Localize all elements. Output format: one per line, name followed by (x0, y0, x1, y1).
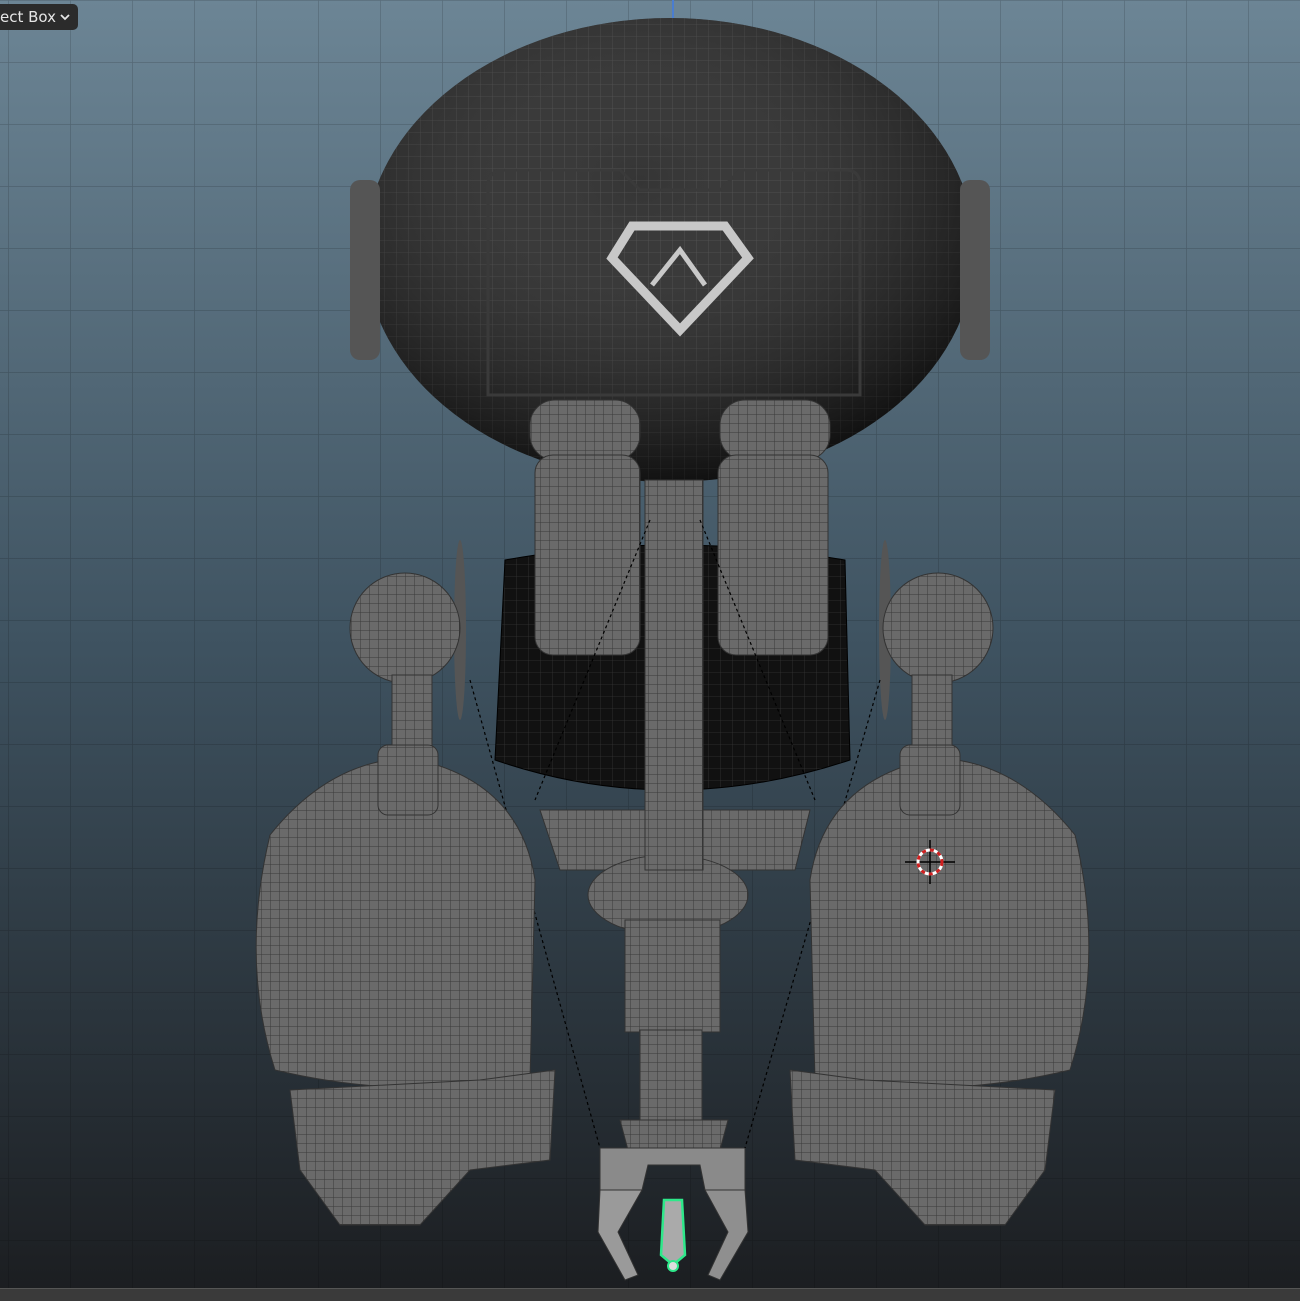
robot-model[interactable] (255, 18, 1090, 1281)
3d-viewport[interactable] (0, 0, 1300, 1300)
selected-bone (659, 1198, 687, 1267)
right-canister (717, 399, 831, 656)
left-arm (255, 744, 556, 1226)
select-box-dropdown[interactable]: ect Box (0, 4, 79, 30)
chevron-down-icon (60, 14, 70, 21)
select-mode-label: ect Box (0, 8, 57, 26)
right-arm (789, 744, 1090, 1226)
left-canister (529, 399, 641, 656)
spine (644, 479, 704, 871)
bottom-header-bar (0, 1288, 1300, 1301)
